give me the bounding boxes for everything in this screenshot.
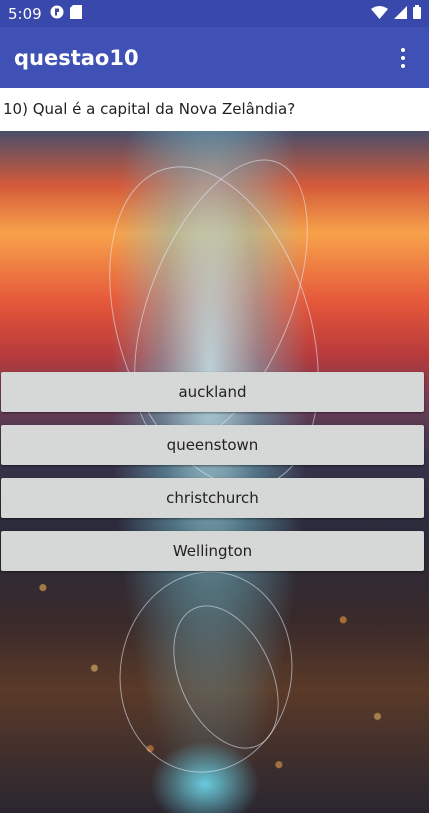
sd-card-icon (69, 4, 82, 23)
app-notification-icon (50, 4, 64, 23)
status-bar: 5:09 (0, 0, 429, 27)
wifi-icon (371, 4, 388, 23)
answer-button-wellington[interactable]: Wellington (1, 531, 424, 571)
app-bar: questao10 (0, 27, 429, 88)
answer-button-christchurch[interactable]: christchurch (1, 478, 424, 518)
answer-button-auckland[interactable]: auckland (1, 372, 424, 412)
signal-icon (394, 4, 407, 23)
status-time: 5:09 (8, 4, 42, 23)
status-right-icons (371, 4, 421, 23)
battery-icon (413, 4, 421, 23)
question-text: 10) Qual é a capital da Nova Zelândia? (0, 88, 429, 131)
answer-button-queenstown[interactable]: queenstown (1, 425, 424, 465)
background-image (0, 131, 429, 813)
overflow-menu-icon[interactable] (391, 43, 415, 73)
app-title: questao10 (14, 45, 139, 70)
status-left-icons (50, 4, 82, 23)
